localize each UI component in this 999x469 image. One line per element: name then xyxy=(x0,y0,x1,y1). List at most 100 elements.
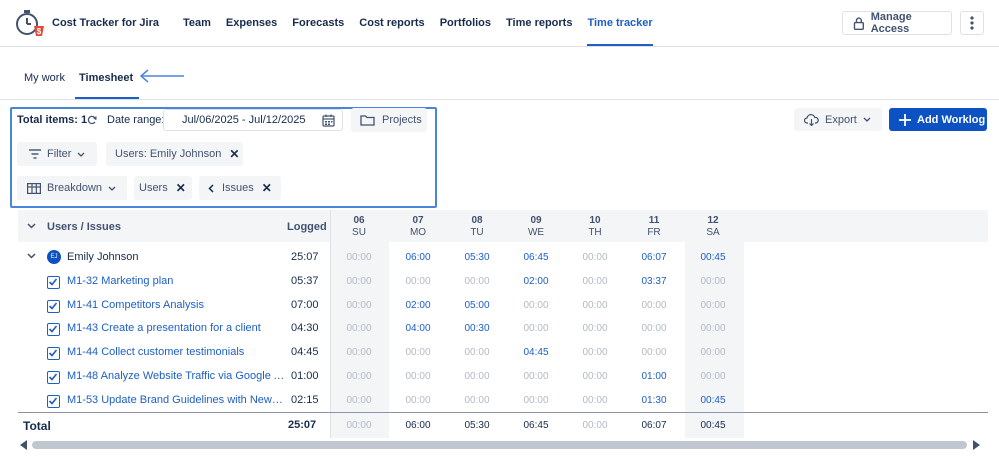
time-cell[interactable]: 00:00 xyxy=(448,347,506,358)
time-cell[interactable]: 00:00 xyxy=(625,300,683,311)
time-cell[interactable]: 00:00 xyxy=(566,371,624,382)
time-cell[interactable]: 00:00 xyxy=(330,371,388,382)
issue-checkbox-icon[interactable] xyxy=(47,276,60,289)
total-day-cell: 00:00 xyxy=(346,420,372,431)
folder-icon xyxy=(360,115,375,126)
time-cell[interactable]: 00:30 xyxy=(448,323,506,334)
issue-checkbox-icon[interactable] xyxy=(47,347,60,361)
time-cell[interactable]: 00:00 xyxy=(507,371,565,382)
time-cell[interactable]: 00:00 xyxy=(330,276,388,287)
more-options-button[interactable] xyxy=(960,11,984,35)
issue-link[interactable]: M1-53 Update Brand Guidelines with New V… xyxy=(67,394,285,406)
issue-link[interactable]: M1-44 Collect customer testimonials xyxy=(67,346,244,358)
tab-my-work[interactable]: My work xyxy=(24,72,65,84)
time-cell[interactable]: 02:00 xyxy=(389,300,447,311)
nav-time-tracker[interactable]: Time tracker xyxy=(587,17,653,46)
time-cell[interactable]: 06:07 xyxy=(625,252,683,263)
time-cell[interactable]: 00:00 xyxy=(566,347,624,358)
time-cell[interactable]: 06:45 xyxy=(507,252,565,263)
issue-link[interactable]: M1-32 Marketing plan xyxy=(67,275,173,287)
projects-button[interactable]: Projects xyxy=(351,108,427,132)
time-cell[interactable]: 00:00 xyxy=(448,371,506,382)
time-cell[interactable]: 00:00 xyxy=(389,276,447,287)
time-cell[interactable]: 01:30 xyxy=(625,395,683,406)
remove-users-chip-icon[interactable]: ✕ xyxy=(176,181,186,195)
time-cell[interactable]: 00:45 xyxy=(684,252,742,263)
users-breakdown-chip[interactable]: Users ✕ xyxy=(134,176,192,200)
date-range-input[interactable]: Jul/06/2025 - Jul/12/2025 xyxy=(163,109,343,131)
time-cell[interactable]: 00:00 xyxy=(330,300,388,311)
time-cell[interactable]: 05:00 xyxy=(448,300,506,311)
time-cell[interactable]: 00:00 xyxy=(389,395,447,406)
time-cell[interactable]: 01:00 xyxy=(625,371,683,382)
time-cell[interactable]: 00:00 xyxy=(684,300,742,311)
breakdown-button[interactable]: Breakdown xyxy=(17,176,127,200)
issues-breakdown-chip[interactable]: Issues ✕ xyxy=(199,176,281,200)
chevron-left-icon[interactable] xyxy=(208,183,214,193)
export-button[interactable]: Export xyxy=(794,108,882,131)
time-cell[interactable]: 05:30 xyxy=(448,252,506,263)
time-cell[interactable]: 00:00 xyxy=(507,300,565,311)
issue-checkbox-icon[interactable] xyxy=(47,370,60,384)
issue-checkbox-icon[interactable] xyxy=(47,323,60,337)
time-cell[interactable]: 00:00 xyxy=(566,323,624,334)
time-cell[interactable]: 00:00 xyxy=(448,276,506,287)
issue-checkbox-icon[interactable] xyxy=(47,299,60,313)
issue-checkbox-icon[interactable] xyxy=(47,394,60,408)
nav-time-reports[interactable]: Time reports xyxy=(506,17,572,29)
filter-button[interactable]: Filter xyxy=(17,142,97,166)
scroll-left-arrow-icon[interactable] xyxy=(20,440,28,450)
time-cell[interactable]: 00:00 xyxy=(625,347,683,358)
time-cell[interactable]: 00:00 xyxy=(684,276,742,287)
time-cell[interactable]: 06:00 xyxy=(389,252,447,263)
issue-link[interactable]: M1-41 Competitors Analysis xyxy=(67,299,204,311)
scroll-right-arrow-icon[interactable] xyxy=(972,440,980,450)
time-cell[interactable]: 00:00 xyxy=(566,276,624,287)
nav-team[interactable]: Team xyxy=(183,17,211,29)
time-cell[interactable]: 00:00 xyxy=(684,371,742,382)
time-cell[interactable]: 00:00 xyxy=(684,323,742,334)
time-cell[interactable]: 00:00 xyxy=(566,252,624,263)
time-cell[interactable]: 00:00 xyxy=(625,323,683,334)
nav-cost-reports[interactable]: Cost reports xyxy=(359,17,424,29)
horizontal-scrollbar[interactable] xyxy=(32,441,967,449)
nav-expenses[interactable]: Expenses xyxy=(226,17,277,29)
users-filter-chip[interactable]: Users: Emily Johnson ✕ xyxy=(106,142,243,166)
time-cell[interactable]: 00:00 xyxy=(684,347,742,358)
remove-issues-chip-icon[interactable]: ✕ xyxy=(262,181,272,195)
issue-link[interactable]: M1-43 Create a presentation for a client xyxy=(67,322,261,334)
time-cell[interactable]: 00:00 xyxy=(389,371,447,382)
weekend-column-sun xyxy=(330,242,389,438)
table-grid-icon xyxy=(27,182,41,194)
collapse-all-chevron-icon[interactable] xyxy=(27,223,36,229)
add-worklog-label: Add Worklog xyxy=(917,113,986,126)
time-cell[interactable]: 04:00 xyxy=(389,323,447,334)
nav-forecasts[interactable]: Forecasts xyxy=(292,17,344,29)
manage-access-button[interactable]: Manage Access xyxy=(842,11,952,35)
refresh-icon[interactable] xyxy=(87,115,97,125)
time-cell[interactable]: 00:00 xyxy=(448,395,506,406)
time-cell[interactable]: 02:00 xyxy=(507,276,565,287)
time-cell[interactable]: 00:00 xyxy=(389,347,447,358)
time-cell[interactable]: 00:00 xyxy=(566,300,624,311)
time-cell[interactable]: 00:00 xyxy=(330,395,388,406)
tab-timesheet[interactable]: Timesheet xyxy=(74,72,140,99)
day-number: 07 xyxy=(412,215,424,226)
issue-link[interactable]: M1-48 Analyze Website Traffic via Google… xyxy=(67,370,285,382)
issue-logged-total: 04:30 xyxy=(291,322,319,335)
add-worklog-button[interactable]: Add Worklog xyxy=(889,108,987,131)
time-cell[interactable]: 00:00 xyxy=(330,347,388,358)
time-cell[interactable]: 00:00 xyxy=(566,395,624,406)
time-cell[interactable]: 03:37 xyxy=(625,276,683,287)
time-cell[interactable]: 00:00 xyxy=(330,323,388,334)
time-cell[interactable]: 00:00 xyxy=(507,323,565,334)
user-collapse-chevron-icon[interactable] xyxy=(27,253,36,259)
top-nav: $ Cost Tracker for Jira Team Expenses Fo… xyxy=(0,0,999,47)
stopwatch-dollar-logo-icon: $ xyxy=(16,10,44,36)
time-cell[interactable]: 00:45 xyxy=(684,395,742,406)
time-cell[interactable]: 00:00 xyxy=(330,252,388,263)
time-cell[interactable]: 00:00 xyxy=(507,395,565,406)
remove-users-filter-icon[interactable]: ✕ xyxy=(229,147,239,161)
time-cell[interactable]: 04:45 xyxy=(507,347,565,358)
nav-portfolios[interactable]: Portfolios xyxy=(440,17,491,29)
